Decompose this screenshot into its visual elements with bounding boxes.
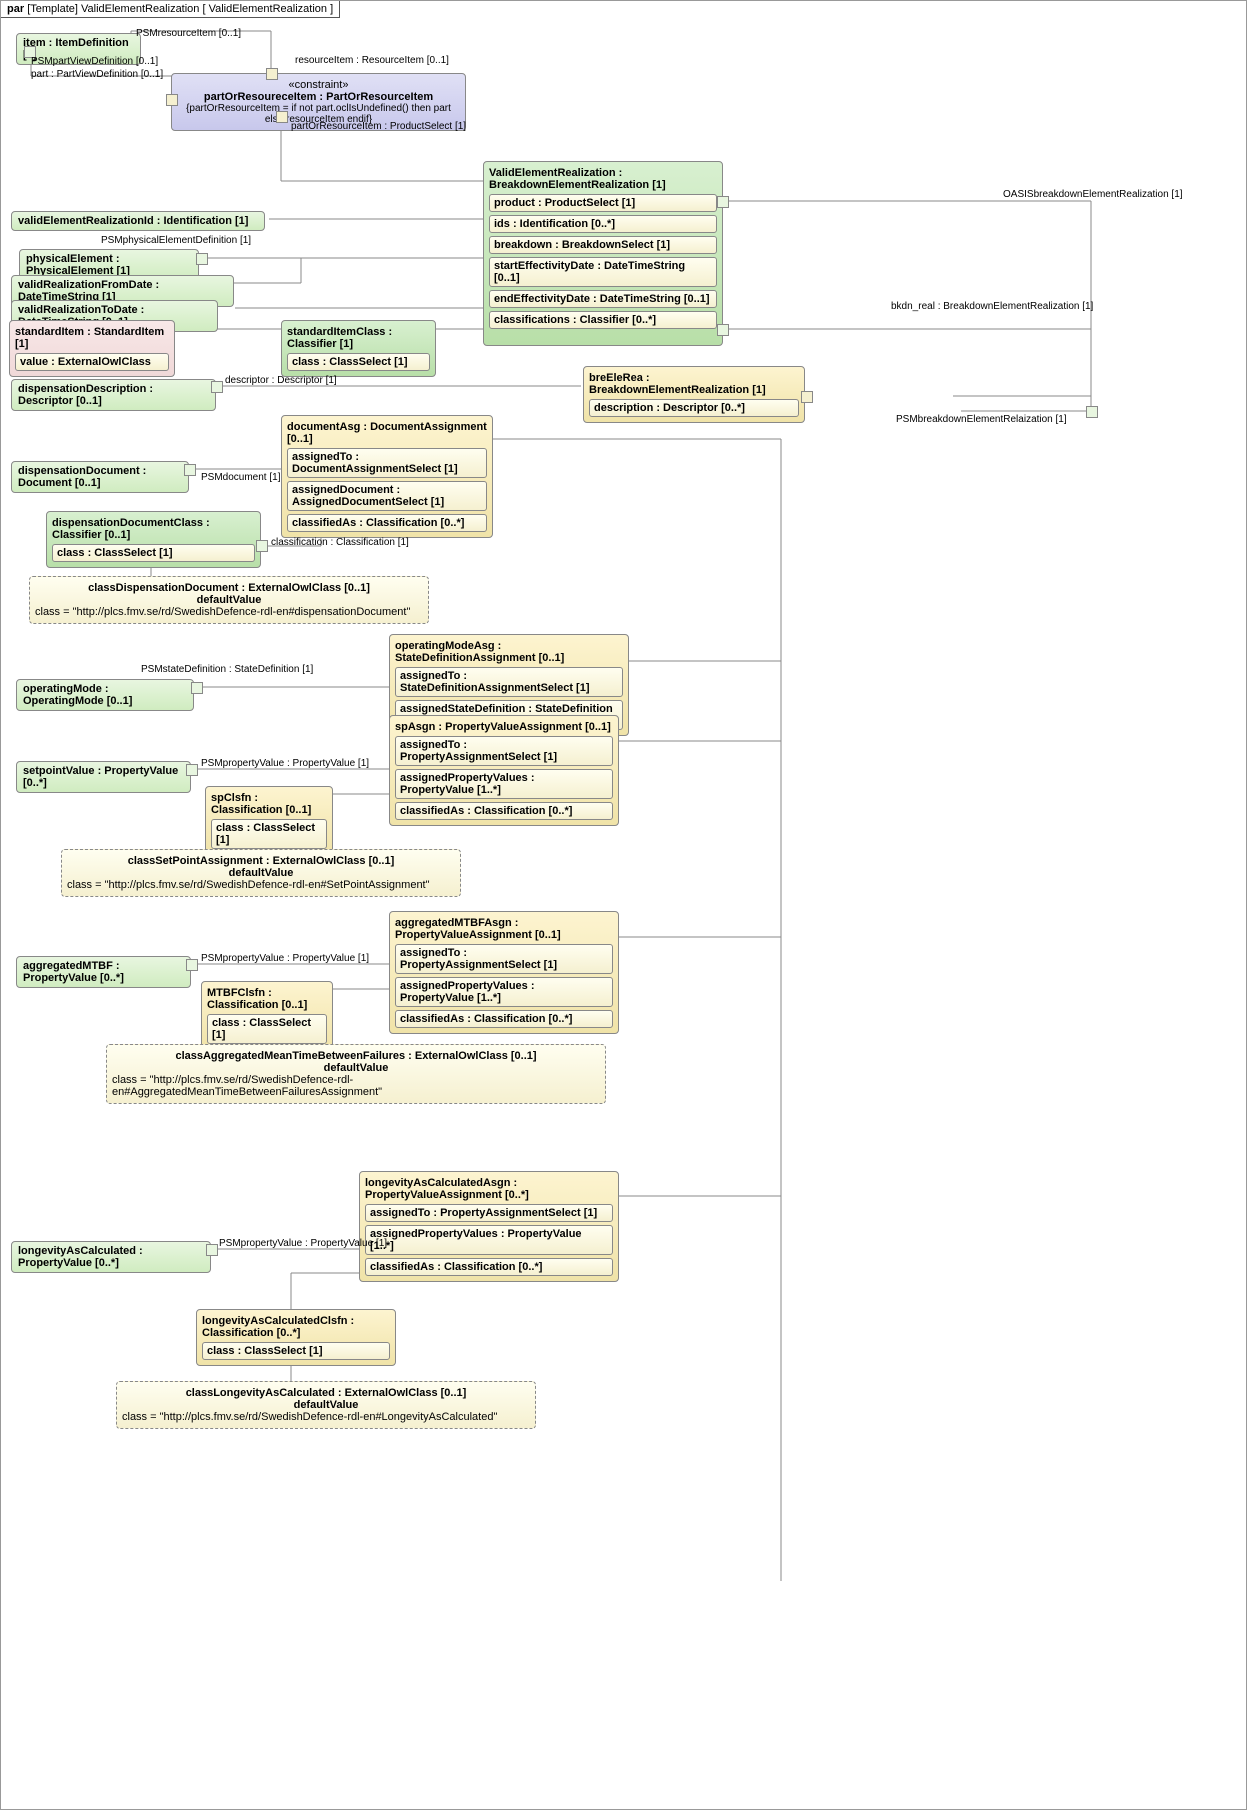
docasg-block: documentAsg : DocumentAssignment [0..1] … — [281, 415, 493, 538]
port — [1086, 406, 1098, 418]
ver-block: ValidElementRealization : BreakdownEleme… — [483, 161, 723, 346]
long-block: longevityAsCalculated : PropertyValue [0… — [11, 1241, 211, 1273]
cdd-block: classDispensationDocument : ExternalOwlC… — [29, 576, 429, 624]
label: descriptor : Descriptor [1] — [225, 375, 337, 386]
port — [166, 94, 178, 106]
port — [256, 540, 268, 552]
diagram-canvas: par [Template] ValidElementRealization [… — [0, 0, 1247, 1810]
port — [186, 959, 198, 971]
spc-block: spClsfn : Classification [0..1]class : C… — [205, 786, 333, 855]
port — [191, 682, 203, 694]
label: PSMresourceItem [0..1] — [136, 28, 241, 39]
label: resourceItem : ResourceItem [0..1] — [295, 55, 449, 66]
mode-block: operatingMode : OperatingMode [0..1] — [16, 679, 194, 711]
port — [717, 196, 729, 208]
label: partOrResourceItem : ProductSelect [1] — [291, 121, 466, 132]
port — [184, 464, 196, 476]
label: OASISbreakdownElementRealization [1] — [1003, 189, 1183, 200]
loc-block: longevityAsCalculatedClsfn : Classificat… — [196, 1309, 396, 1366]
cmt-block: classAggregatedMeanTimeBetweenFailures :… — [106, 1044, 606, 1104]
ddc-block: dispensationDocumentClass : Classifier [… — [46, 511, 261, 568]
label: PSMstateDefinition : StateDefinition [1] — [141, 664, 313, 675]
port — [717, 324, 729, 336]
label: PSMdocument [1] — [201, 472, 280, 483]
mtc-block: MTBFClsfn : Classification [0..1]class :… — [201, 981, 333, 1050]
port — [206, 1244, 218, 1256]
label: part : PartViewDefinition [0..1] — [31, 69, 163, 80]
label: PSMpropertyValue : PropertyValue [1] — [201, 953, 369, 964]
label: PSMpartViewDefinition [0..1] — [31, 56, 158, 67]
standarditem-block: standardItem : StandardItem [1]value : E… — [9, 320, 175, 377]
port — [276, 111, 288, 123]
clo-block: classLongevityAsCalculated : ExternalOwl… — [116, 1381, 536, 1429]
label: PSMphysicalElementDefinition [1] — [101, 235, 251, 246]
port — [211, 381, 223, 393]
label: bkdn_real : BreakdownElementRealization … — [891, 301, 1093, 312]
spasg-block: spAsgn : PropertyValueAssignment [0..1] … — [389, 715, 619, 826]
port — [186, 764, 198, 776]
diagram-header: par [Template] ValidElementRealization [… — [1, 1, 340, 18]
bre-block: breEleRea : BreakdownElementRealization … — [583, 366, 805, 423]
mtbf-block: aggregatedMTBF : PropertyValue [0..*] — [16, 956, 191, 988]
label: classification : Classification [1] — [271, 537, 409, 548]
csp-block: classSetPointAssignment : ExternalOwlCla… — [61, 849, 461, 897]
sic-block: standardItemClass : Classifier [1]class … — [281, 320, 436, 377]
id-block: validElementRealizationId : Identificati… — [11, 211, 265, 231]
disp-block: dispensationDescription : Descriptor [0.… — [11, 379, 216, 411]
port — [266, 68, 278, 80]
port — [196, 253, 208, 265]
doc-block: dispensationDocument : Document [0..1] — [11, 461, 189, 493]
mtasg-block: aggregatedMTBFAsgn : PropertyValueAssign… — [389, 911, 619, 1034]
port — [801, 391, 813, 403]
label: PSMpropertyValue : PropertyValue [1] — [201, 758, 369, 769]
label: PSMpropertyValue : PropertyValue [1] — [219, 1238, 387, 1249]
label: PSMbreakdownElementRelaization [1] — [896, 414, 1067, 425]
loasg-block: longevityAsCalculatedAsgn : PropertyValu… — [359, 1171, 619, 1282]
sp-block: setpointValue : PropertyValue [0..*] — [16, 761, 191, 793]
